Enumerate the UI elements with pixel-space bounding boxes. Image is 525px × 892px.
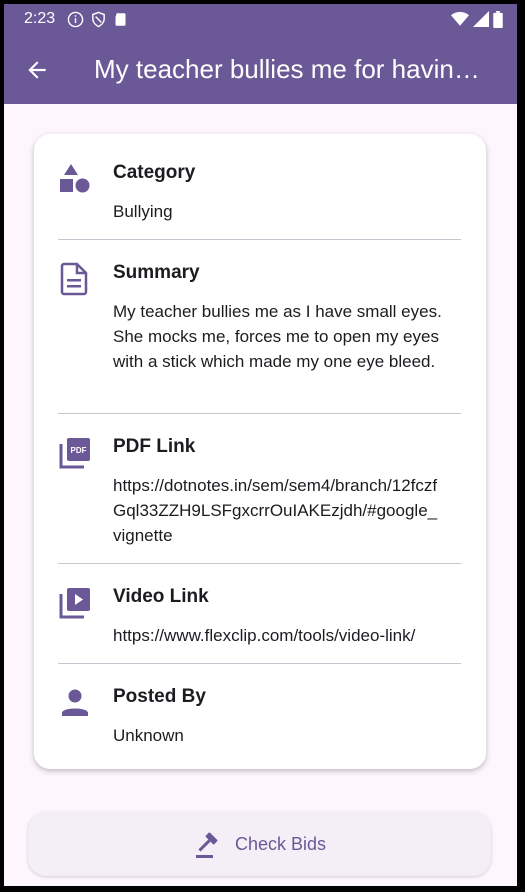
app-bar: My teacher bullies me for having small e… [4,34,517,104]
details-card: Category Bullying Summary My teacher bul… [34,134,486,769]
document-icon [60,262,88,296]
wifi-icon [451,11,469,26]
signal-icon [473,11,489,27]
pdf-icon: PDF [59,438,90,469]
shield-icon [92,11,105,28]
divider [58,663,461,664]
page-title: My teacher bullies me for having small e… [94,54,494,84]
gavel-icon [196,832,218,858]
screen: 2:23 My teacher bullies me for having sm… [4,4,517,886]
category-label: Category [113,162,196,183]
divider [58,563,461,564]
summary-label: Summary [113,262,200,283]
summary-value: My teacher bullies me as I have small ey… [113,302,442,371]
back-arrow-icon[interactable] [24,57,50,83]
video-library-icon [59,588,90,619]
posted-by-value: Unknown [113,726,184,745]
check-bids-label: Check Bids [235,834,327,854]
posted-by-label: Posted By [113,686,206,707]
pdf-link-label: PDF Link [113,436,196,457]
divider [58,413,461,414]
video-link-label: Video Link [113,586,209,607]
category-value: Bullying [113,202,173,221]
divider [58,239,461,240]
status-time: 2:23 [24,10,56,27]
sd-card-icon [115,13,126,26]
status-bar: 2:23 [4,4,517,34]
svg-text:PDF: PDF [71,446,87,455]
person-icon [62,689,88,716]
shapes-icon [60,164,90,193]
info-icon [67,11,84,28]
battery-icon [493,11,503,28]
pdf-link-value[interactable]: https://dotnotes.in/sem/sem4/branch/12fc… [113,473,443,548]
check-bids-button[interactable]: Check Bids [28,812,491,876]
video-link-value[interactable]: https://www.flexclip.com/tools/video-lin… [113,623,473,648]
